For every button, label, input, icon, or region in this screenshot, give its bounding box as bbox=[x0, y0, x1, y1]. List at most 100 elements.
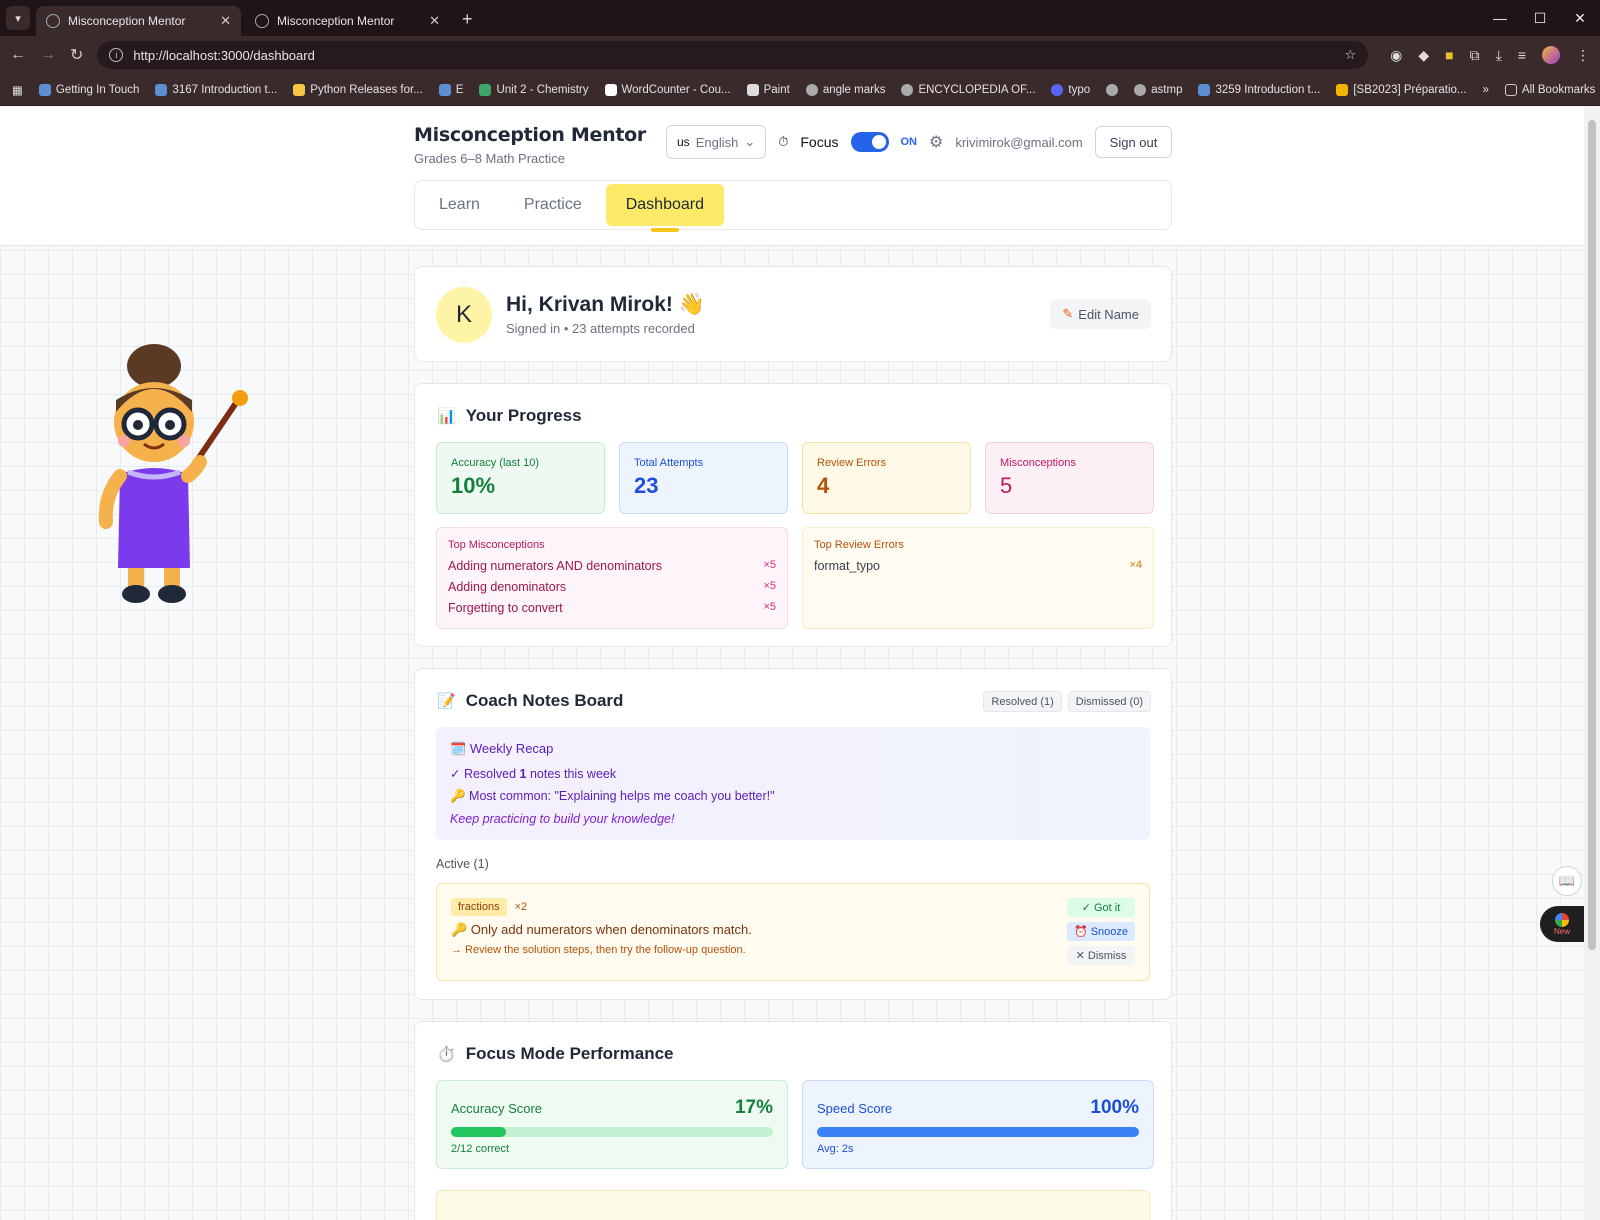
section-title: 📊 Your Progress bbox=[437, 406, 582, 426]
dismissed-filter-button[interactable]: Dismissed (0) bbox=[1067, 691, 1151, 712]
accuracy-progress-bar bbox=[451, 1127, 773, 1137]
focus-perf-title: Focus Mode Performance bbox=[465, 1044, 674, 1063]
list-title: Top Review Errors bbox=[814, 539, 904, 551]
close-tab-icon[interactable]: ✕ bbox=[429, 13, 440, 29]
main-nav: Learn Practice Dashboard bbox=[414, 180, 1172, 232]
reload-icon[interactable]: ↻ bbox=[70, 45, 83, 65]
tab-practice[interactable]: Practice bbox=[504, 184, 602, 226]
scrollbar-thumb[interactable] bbox=[1588, 120, 1596, 950]
stat-total-attempts: Total Attempts 23 bbox=[619, 442, 788, 514]
page-scrollbar[interactable] bbox=[1584, 106, 1600, 1220]
user-email: krivimirok@gmail.com bbox=[955, 134, 1083, 150]
close-window-button[interactable]: ✕ bbox=[1560, 0, 1600, 36]
progress-fill bbox=[451, 1127, 506, 1137]
edit-name-button[interactable]: ✎ Edit Name bbox=[1050, 299, 1151, 329]
sign-out-button[interactable]: Sign out bbox=[1094, 126, 1173, 158]
close-tab-icon[interactable]: ✕ bbox=[220, 13, 231, 29]
bookmark[interactable]: Python Releases for... bbox=[293, 83, 423, 96]
media-icon[interactable]: ≡ bbox=[1518, 47, 1526, 63]
bookmark[interactable]: typo bbox=[1051, 83, 1090, 96]
reading-mode-icon[interactable]: 📖 bbox=[1552, 866, 1582, 896]
accuracy-score-box: Accuracy Score 17% 2/12 correct bbox=[436, 1080, 788, 1169]
profile-avatar[interactable] bbox=[1542, 46, 1560, 64]
stat-label: Total Attempts bbox=[634, 457, 704, 469]
active-notes-label: Active (1) bbox=[436, 857, 489, 871]
bookmark[interactable]: ENCYCLOPEDIA OF... bbox=[901, 83, 1035, 96]
topic-tag: fractions bbox=[451, 898, 507, 916]
stat-value: 5 bbox=[1000, 473, 1013, 498]
got-it-button[interactable]: ✓ Got it bbox=[1067, 898, 1135, 917]
language-select[interactable]: us English ⌄ bbox=[666, 125, 767, 159]
more-bookmarks-icon[interactable]: » bbox=[1483, 84, 1489, 96]
app-page: Misconception Mentor Grades 6–8 Math Pra… bbox=[0, 106, 1600, 1220]
focus-toggle[interactable] bbox=[850, 132, 889, 152]
back-icon[interactable]: ← bbox=[10, 46, 26, 64]
stat-label: Accuracy (last 10) bbox=[451, 457, 540, 469]
browser-tab-2[interactable]: Misconception Mentor ✕ bbox=[245, 6, 450, 36]
score-subtext: 2/12 correct bbox=[451, 1143, 510, 1155]
snooze-button[interactable]: ⏰ Snooze bbox=[1067, 922, 1135, 941]
stat-misconceptions: Misconceptions 5 bbox=[985, 442, 1154, 514]
app-title: Misconception Mentor bbox=[414, 124, 646, 146]
progress-card: 📊 Your Progress Accuracy (last 10) 10% T… bbox=[414, 383, 1172, 647]
all-bookmarks[interactable]: All Bookmarks bbox=[1504, 83, 1595, 96]
new-tab-button[interactable]: + bbox=[462, 9, 473, 30]
maximize-button[interactable]: ☐ bbox=[1520, 0, 1560, 36]
note-hint: → Review the solution steps, then try th… bbox=[451, 944, 746, 956]
tab-dashboard[interactable]: Dashboard bbox=[605, 184, 724, 232]
score-label: Speed Score bbox=[817, 1101, 893, 1116]
bookmark[interactable]: 3259 Introduction t... bbox=[1198, 83, 1320, 96]
signed-in-status: Signed in • 23 attempts recorded bbox=[506, 321, 695, 336]
dismiss-button[interactable]: ✕ Dismiss bbox=[1067, 946, 1135, 965]
bookmark[interactable]: Unit 2 - Chemistry bbox=[479, 83, 589, 96]
apps-icon[interactable]: ▦ bbox=[12, 83, 23, 97]
stat-accuracy: Accuracy (last 10) 10% bbox=[436, 442, 605, 514]
coach-notes-card: 📝 Coach Notes Board Resolved (1) Dismiss… bbox=[414, 668, 1172, 1000]
tab-learn[interactable]: Learn bbox=[419, 184, 500, 226]
puzzle-icon[interactable]: ⧉ bbox=[1470, 47, 1480, 64]
bookmark[interactable]: angle marks bbox=[805, 83, 885, 96]
bar-chart-icon: 📊 bbox=[437, 408, 456, 425]
tab-title: Misconception Mentor bbox=[277, 14, 395, 28]
section-title: 📝 Coach Notes Board bbox=[437, 691, 623, 711]
list-item: format_typo ×4 bbox=[814, 559, 1142, 573]
download-icon[interactable]: ⤓ bbox=[1496, 47, 1502, 64]
color-extension-icon[interactable]: ■ bbox=[1445, 47, 1453, 63]
bookmarks-bar: ▦ Getting In Touch 3167 Introduction t..… bbox=[0, 74, 1600, 106]
forward-icon[interactable]: → bbox=[40, 46, 56, 64]
top-misconceptions-list: Top Misconceptions Adding numerators AND… bbox=[436, 527, 788, 629]
coach-title: Coach Notes Board bbox=[465, 691, 624, 710]
language-value: English bbox=[695, 134, 739, 150]
menu-icon[interactable]: ⋮ bbox=[1576, 47, 1590, 64]
speed-score-box: Speed Score 100% Avg: 2s bbox=[802, 1080, 1154, 1169]
calendar-icon: 🗓️ bbox=[450, 741, 467, 756]
list-item: Forgetting to convert ×5 bbox=[448, 601, 776, 615]
site-info-icon[interactable]: i bbox=[109, 48, 124, 62]
focus-state: ON bbox=[900, 136, 918, 148]
tab-search-button[interactable]: ▾ bbox=[6, 6, 30, 30]
teacher-mascot-illustration bbox=[98, 344, 248, 603]
bookmark[interactable]: Getting In Touch bbox=[38, 83, 139, 96]
bookmark[interactable]: Paint bbox=[746, 83, 790, 96]
new-label: New bbox=[1553, 926, 1570, 936]
bookmark-star-icon[interactable]: ☆ bbox=[1345, 47, 1357, 63]
assistant-new-button[interactable]: New bbox=[1540, 906, 1584, 942]
bookmark[interactable]: 3167 Introduction t... bbox=[155, 83, 277, 96]
extension-icon[interactable]: ◆ bbox=[1418, 47, 1429, 64]
minimize-button[interactable]: — bbox=[1480, 0, 1520, 36]
address-bar[interactable]: i http://localhost:3000/dashboard ☆ bbox=[97, 41, 1369, 69]
stat-label: Review Errors bbox=[817, 457, 887, 469]
resolved-filter-button[interactable]: Resolved (1) bbox=[983, 691, 1062, 712]
bookmark[interactable]: [SB2023] Préparatio... bbox=[1336, 83, 1467, 96]
recap-most-common: 🔑 Most common: "Explaining helps me coac… bbox=[450, 789, 775, 803]
bookmark[interactable]: WordCounter - Cou... bbox=[604, 83, 731, 96]
bookmark[interactable]: astmp bbox=[1134, 83, 1182, 96]
browser-tab-1[interactable]: Misconception Mentor ✕ bbox=[36, 6, 241, 36]
camera-icon[interactable]: ◉ bbox=[1390, 47, 1402, 64]
score-value: 100% bbox=[1090, 1097, 1139, 1118]
browser-tab-bar: ▾ Misconception Mentor ✕ Misconception M… bbox=[0, 0, 1600, 36]
gear-icon[interactable]: ⚙ bbox=[929, 132, 943, 152]
edit-name-label: Edit Name bbox=[1078, 306, 1139, 322]
bookmark[interactable]: E bbox=[438, 83, 463, 96]
bookmark[interactable] bbox=[1106, 83, 1119, 96]
